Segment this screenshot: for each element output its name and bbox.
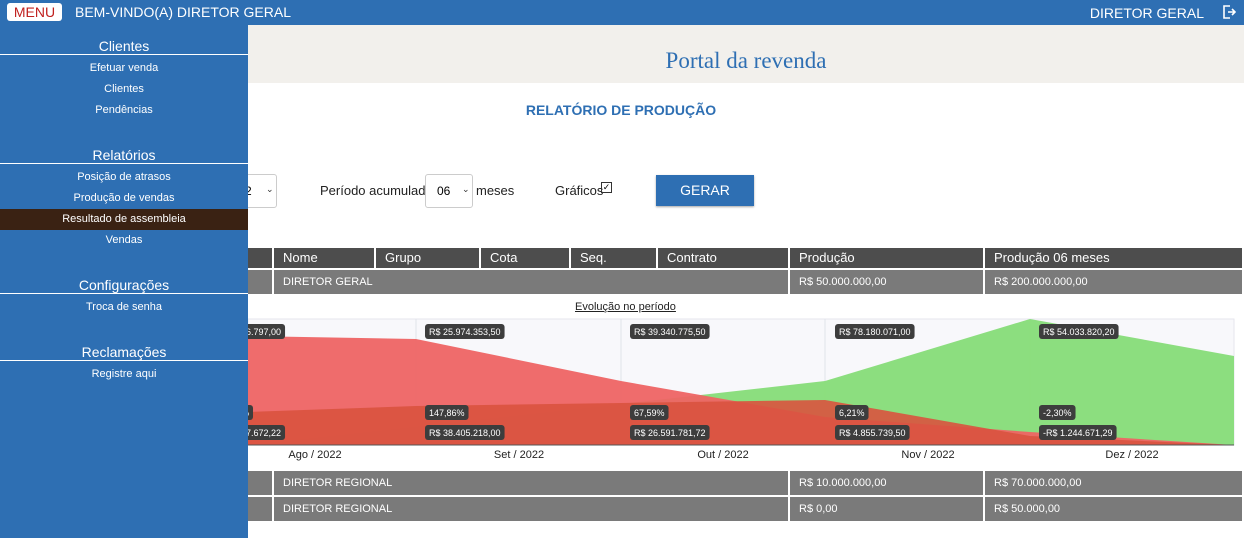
chart-label-box [835,425,910,440]
chart-title: Evolução no período [575,301,676,313]
chart-label-box [425,405,469,420]
user-name: DIRETOR GERAL [1089,5,1204,21]
top-bar: MENU BEM-VINDO(A) DIRETOR GERAL DIRETOR … [0,0,1244,25]
row-producao: R$ 0,00 [790,497,983,521]
periodo-label: Período acumulado [320,183,433,198]
table-row[interactable] [248,497,272,521]
generate-button[interactable]: GERAR [656,175,754,206]
col-cota: Cota [481,248,569,268]
chart-label-box [630,324,710,339]
portal-header: Portal da revenda [248,25,1244,83]
chart-area-series-1 [248,336,1234,445]
chart-data-label: 6,21% [839,408,865,418]
chart-data-label: R$ 39.340.775,50 [634,327,706,337]
col-seq: Seq. [571,248,656,268]
table-header-cell [248,248,272,268]
sidebar-section-reclamacoes: Reclamações [81,344,167,360]
sidebar-item-posicao-atrasos[interactable]: Posição de atrasos [0,171,248,184]
sidebar-section-relatorios: Relatórios [92,147,156,163]
periodo-select[interactable]: 06 ⌄ [425,174,473,208]
row-nome: DIRETOR REGIONAL [274,471,788,495]
sidebar-item-resultado-assembleia[interactable]: Resultado de assembleia [0,209,248,230]
sidebar-section-configuracoes: Configurações [78,277,170,293]
periodo-value: 06 [437,184,451,198]
chart-data-label: R$ 25.974.353,50 [429,327,501,337]
col-producao: Produção [790,248,983,268]
row-producao: R$ 50.000.000,00 [790,270,983,294]
chart-plot-area [247,318,1235,446]
chart-label-box [425,324,505,339]
report-title: RELATÓRIO DE PRODUÇÃO [525,102,717,118]
meses-label: meses [476,183,515,198]
logout-icon[interactable] [1222,5,1236,19]
divider [0,54,248,55]
chart-data-label: R$ 78.180.071,00 [839,327,911,337]
chart-label-box [835,324,915,339]
sidebar-item-pendencias[interactable]: Pendências [0,104,248,117]
row-producao-6m: R$ 70.000.000,00 [985,471,1242,495]
chart-label-box [630,405,669,420]
chart-data-label: -R$ 1.244.671,29 [1043,428,1113,438]
chart-data-label: R$ 54.033.820,20 [1043,327,1115,337]
divider [0,293,248,294]
chart-label-box [1039,405,1076,420]
chart-data-label: 147,86% [429,408,465,418]
sidebar-item-clientes[interactable]: Clientes [0,83,248,96]
table-row[interactable] [248,270,272,294]
sidebar-item-efetuar-venda[interactable]: Efetuar venda [0,62,248,75]
chart-x-tick-label: Set / 2022 [493,449,545,461]
sidebar-section-clientes: Clientes [98,38,150,54]
col-contrato: Contrato [658,248,788,268]
row-producao: R$ 10.000.000,00 [790,471,983,495]
chevron-down-icon: ⌄ [266,184,274,194]
col-grupo: Grupo [376,248,479,268]
graficos-checkbox[interactable]: ✓ [601,182,612,193]
welcome-message: BEM-VINDO(A) DIRETOR GERAL [75,4,291,20]
chart-label-box [630,425,710,440]
chart-data-label: 67,59% [634,408,665,418]
sidebar-menu: Clientes Efetuar venda Clientes Pendênci… [0,25,248,538]
chart-label-box [1039,324,1119,339]
chevron-down-icon: ⌄ [462,184,470,194]
sidebar-item-registre-aqui[interactable]: Registre aqui [0,368,248,381]
chart-data-label: R$ 38.405.218,00 [429,428,501,438]
row-producao-6m: R$ 50.000,00 [985,497,1242,521]
sidebar-item-producao-vendas[interactable]: Produção de vendas [0,192,248,205]
chart-area-series-2 [248,400,1234,445]
graficos-label: Gráficos [555,183,604,198]
row-nome: DIRETOR REGIONAL [274,497,788,521]
chart-x-tick-label: Nov / 2022 [901,449,955,461]
divider [0,163,248,164]
table-row[interactable] [248,471,272,495]
chart-x-tick-label: Out / 2022 [697,449,749,461]
chart-area-series-3 [248,319,1234,445]
sidebar-item-troca-senha[interactable]: Troca de senha [0,301,248,314]
portal-title: Portal da revenda [665,48,827,73]
sidebar-item-vendas[interactable]: Vendas [0,234,248,247]
chart-x-tick-label: Dez / 2022 [1105,449,1159,461]
chart-label-box [1039,425,1117,440]
divider [0,360,248,361]
row-producao-6m: R$ 200.000.000,00 [985,270,1242,294]
menu-button[interactable]: MENU [7,3,62,21]
chart-label-box [425,425,505,440]
chart-label-box [835,405,869,420]
row-nome: DIRETOR GERAL [274,270,788,294]
chart-data-label: R$ 4.855.739,50 [839,428,906,438]
col-nome: Nome [274,248,374,268]
chart-x-tick-label: Ago / 2022 [288,449,342,461]
col-producao-6m: Produção 06 meses [985,248,1242,268]
chart-data-label: R$ 26.591.781,72 [634,428,706,438]
chart-data-label: -2,30% [1043,408,1072,418]
